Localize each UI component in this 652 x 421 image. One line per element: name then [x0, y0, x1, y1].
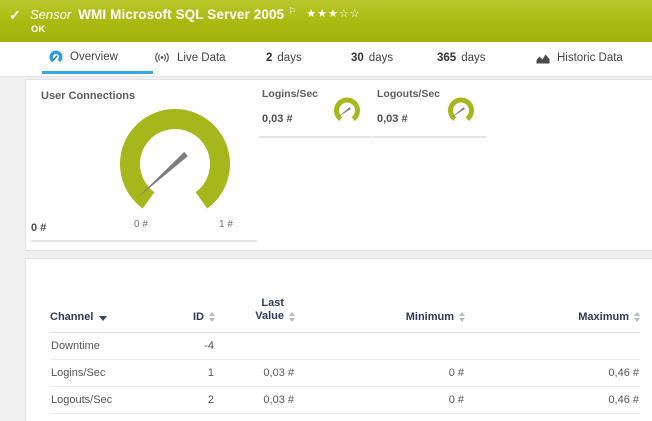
tab-30-days[interactable]: 30 days — [351, 42, 393, 74]
sensor-header-bar: ✓ Sensor WMI Microsoft SQL Server 2005 ⚐… — [0, 0, 652, 42]
cell-id: 2 — [175, 387, 215, 414]
divider — [31, 240, 257, 242]
table-row[interactable]: User Connections 0 0 # 0 # 1 # — [50, 414, 640, 421]
tab-number: 365 — [437, 52, 456, 64]
column-label: Channel — [50, 311, 93, 323]
column-label: ID — [193, 311, 204, 323]
channels-table: Channel ID LastValue Minimum Maximum — [50, 259, 640, 421]
sort-icon — [289, 312, 295, 322]
cell-minimum: 0 # — [295, 414, 465, 421]
logouts-gauge-title: Logouts/Sec — [377, 88, 440, 100]
cell-id: 0 — [175, 414, 215, 421]
cell-channel: Logins/Sec — [50, 360, 175, 387]
cell-maximum — [465, 333, 640, 360]
cell-minimum: 0 # — [295, 387, 465, 414]
sort-icon — [209, 312, 215, 322]
channels-table-panel: Channel ID LastValue Minimum Maximum — [25, 258, 652, 421]
area-chart-icon — [536, 53, 550, 64]
cell-id: 1 — [175, 360, 215, 387]
gauge-needle — [137, 152, 188, 198]
tab-overview[interactable]: Overview — [42, 42, 153, 74]
logins-gauge — [330, 97, 364, 127]
cell-minimum — [295, 333, 465, 360]
broadcast-icon — [154, 52, 170, 64]
column-label: Value — [255, 310, 284, 323]
cell-id: -4 — [175, 333, 215, 360]
overview-gauges-panel: User Connections 0 # 1 # 0 # Logins/Sec … — [25, 79, 652, 251]
tab-label: days — [461, 52, 485, 64]
primary-gauge-value: 0 # — [31, 222, 46, 234]
column-header-channel[interactable]: Channel — [50, 259, 175, 333]
logouts-gauge — [444, 97, 478, 127]
flag-icon[interactable]: ⚐ — [288, 6, 296, 17]
gauge-needle — [338, 107, 351, 117]
cell-maximum: 0,46 # — [465, 387, 640, 414]
column-label: Maximum — [578, 311, 629, 323]
cell-last-value: 0 # — [215, 414, 295, 421]
tab-number: 2 — [266, 52, 272, 64]
tab-label: days — [369, 52, 393, 64]
tab-number: 30 — [351, 52, 364, 64]
sensor-kind-label: Sensor — [30, 7, 71, 22]
column-label: Last — [255, 297, 284, 310]
tab-live-data[interactable]: Live Data — [154, 42, 226, 74]
sort-icon — [634, 312, 640, 322]
prtg-sensor-page: ✓ Sensor WMI Microsoft SQL Server 2005 ⚐… — [0, 0, 652, 421]
divider — [373, 136, 486, 138]
logouts-gauge-value: 0,03 # — [377, 113, 408, 125]
gauge-max-label: 1 # — [201, 219, 251, 230]
check-icon: ✓ — [9, 7, 21, 24]
tab-label: Overview — [70, 51, 118, 63]
cell-maximum: 0,46 # — [465, 360, 640, 387]
tab-365-days[interactable]: 365 days — [437, 42, 485, 74]
user-connections-gauge — [105, 106, 245, 218]
column-header-minimum[interactable]: Minimum — [295, 259, 465, 333]
status-badge: OK — [0, 22, 652, 35]
cell-channel: Logouts/Sec — [50, 387, 175, 414]
column-header-maximum[interactable]: Maximum — [465, 259, 640, 333]
cell-channel: Downtime — [50, 333, 175, 360]
primary-gauge-title: User Connections — [41, 90, 135, 102]
tab-label: days — [277, 52, 301, 64]
sensor-title: WMI Microsoft SQL Server 2005 — [78, 7, 284, 22]
divider — [259, 136, 372, 138]
logins-gauge-value: 0,03 # — [262, 113, 293, 125]
cell-maximum: 1 # — [465, 414, 640, 421]
gauge-icon — [49, 50, 63, 64]
column-header-id[interactable]: ID — [175, 259, 215, 333]
cell-last-value: 0,03 # — [215, 360, 295, 387]
column-header-last-value[interactable]: LastValue — [215, 259, 295, 333]
caret-down-icon — [99, 316, 107, 321]
table-row[interactable]: Logouts/Sec 2 0,03 # 0 # 0,46 # — [50, 387, 640, 414]
table-row[interactable]: Downtime -4 — [50, 333, 640, 360]
tab-label: Live Data — [177, 52, 226, 64]
tab-label: Historic Data — [557, 52, 623, 64]
gauge-min-label: 0 # — [116, 219, 166, 230]
priority-star-rating[interactable]: ★★★☆☆ — [306, 7, 360, 20]
gauge-needle — [452, 107, 465, 117]
cell-last-value: 0,03 # — [215, 387, 295, 414]
column-label: Minimum — [406, 311, 454, 323]
cell-last-value — [215, 333, 295, 360]
logins-gauge-title: Logins/Sec — [262, 88, 318, 100]
cell-channel: User Connections — [50, 414, 175, 421]
table-row[interactable]: Logins/Sec 1 0,03 # 0 # 0,46 # — [50, 360, 640, 387]
tab-historic-data[interactable]: Historic Data — [536, 42, 623, 74]
tab-2-days[interactable]: 2 days — [266, 42, 302, 74]
sort-icon — [459, 312, 465, 322]
cell-minimum: 0 # — [295, 360, 465, 387]
table-header-row: Channel ID LastValue Minimum Maximum — [50, 259, 640, 333]
tab-bar: Overview Live Data 2 days 30 days 365 — [0, 42, 652, 77]
